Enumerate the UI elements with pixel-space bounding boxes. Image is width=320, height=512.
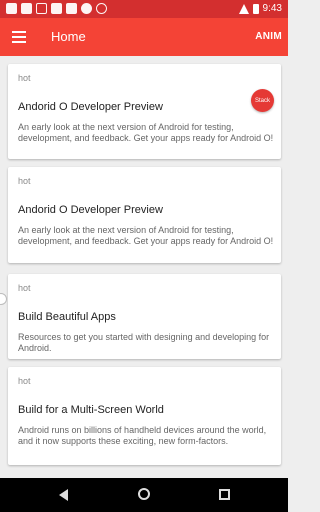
card-title: Build Beautiful Apps xyxy=(18,311,116,323)
card-list[interactable]: hot Andorid O Developer Preview An early… xyxy=(0,56,288,478)
card-title: Build for a Multi-Screen World xyxy=(18,404,164,416)
mail-icon xyxy=(36,3,47,14)
alert-icon xyxy=(81,3,92,14)
card-tag: hot xyxy=(18,176,31,186)
card[interactable]: hot Andorid O Developer Preview An early… xyxy=(8,167,281,263)
card-body: An early look at the next version of And… xyxy=(18,225,274,246)
card-body: Android runs on billions of handheld dev… xyxy=(18,425,267,446)
battery-icon xyxy=(252,3,259,14)
home-icon[interactable] xyxy=(138,488,150,500)
card-tag: hot xyxy=(18,376,31,386)
gallery-icon xyxy=(21,3,32,14)
anim-button[interactable]: ANIM xyxy=(255,31,282,42)
android-icon xyxy=(51,3,62,14)
play-icon xyxy=(66,3,77,14)
menu-icon[interactable] xyxy=(12,31,26,43)
card-tag: hot xyxy=(18,73,31,83)
circle-icon xyxy=(96,3,107,14)
card[interactable]: hot Build Beautiful Apps Resources to ge… xyxy=(8,274,281,359)
status-time: 9:43 xyxy=(262,3,282,14)
app-toolbar: Home ANIM xyxy=(0,18,288,56)
notification-icons xyxy=(6,3,107,14)
card-body: An early look at the next version of And… xyxy=(18,122,274,143)
back-icon[interactable] xyxy=(59,489,68,501)
recents-icon[interactable] xyxy=(219,489,230,500)
card-body: Resources to get you started with design… xyxy=(18,332,270,353)
status-right: 9:43 xyxy=(238,3,282,14)
card[interactable]: hot Andorid O Developer Preview An early… xyxy=(8,64,281,159)
signal-icon xyxy=(238,3,249,14)
status-bar: 9:43 xyxy=(0,0,288,18)
card-title: Andorid O Developer Preview xyxy=(18,204,163,216)
navigation-bar xyxy=(0,478,288,512)
card[interactable]: hot Build for a Multi-Screen World Andro… xyxy=(8,367,281,465)
stack-button[interactable]: Stack xyxy=(251,89,274,112)
card-title: Andorid O Developer Preview xyxy=(18,101,163,113)
app-icon xyxy=(6,3,17,14)
toolbar-title: Home xyxy=(51,29,86,44)
card-tag: hot xyxy=(18,283,31,293)
